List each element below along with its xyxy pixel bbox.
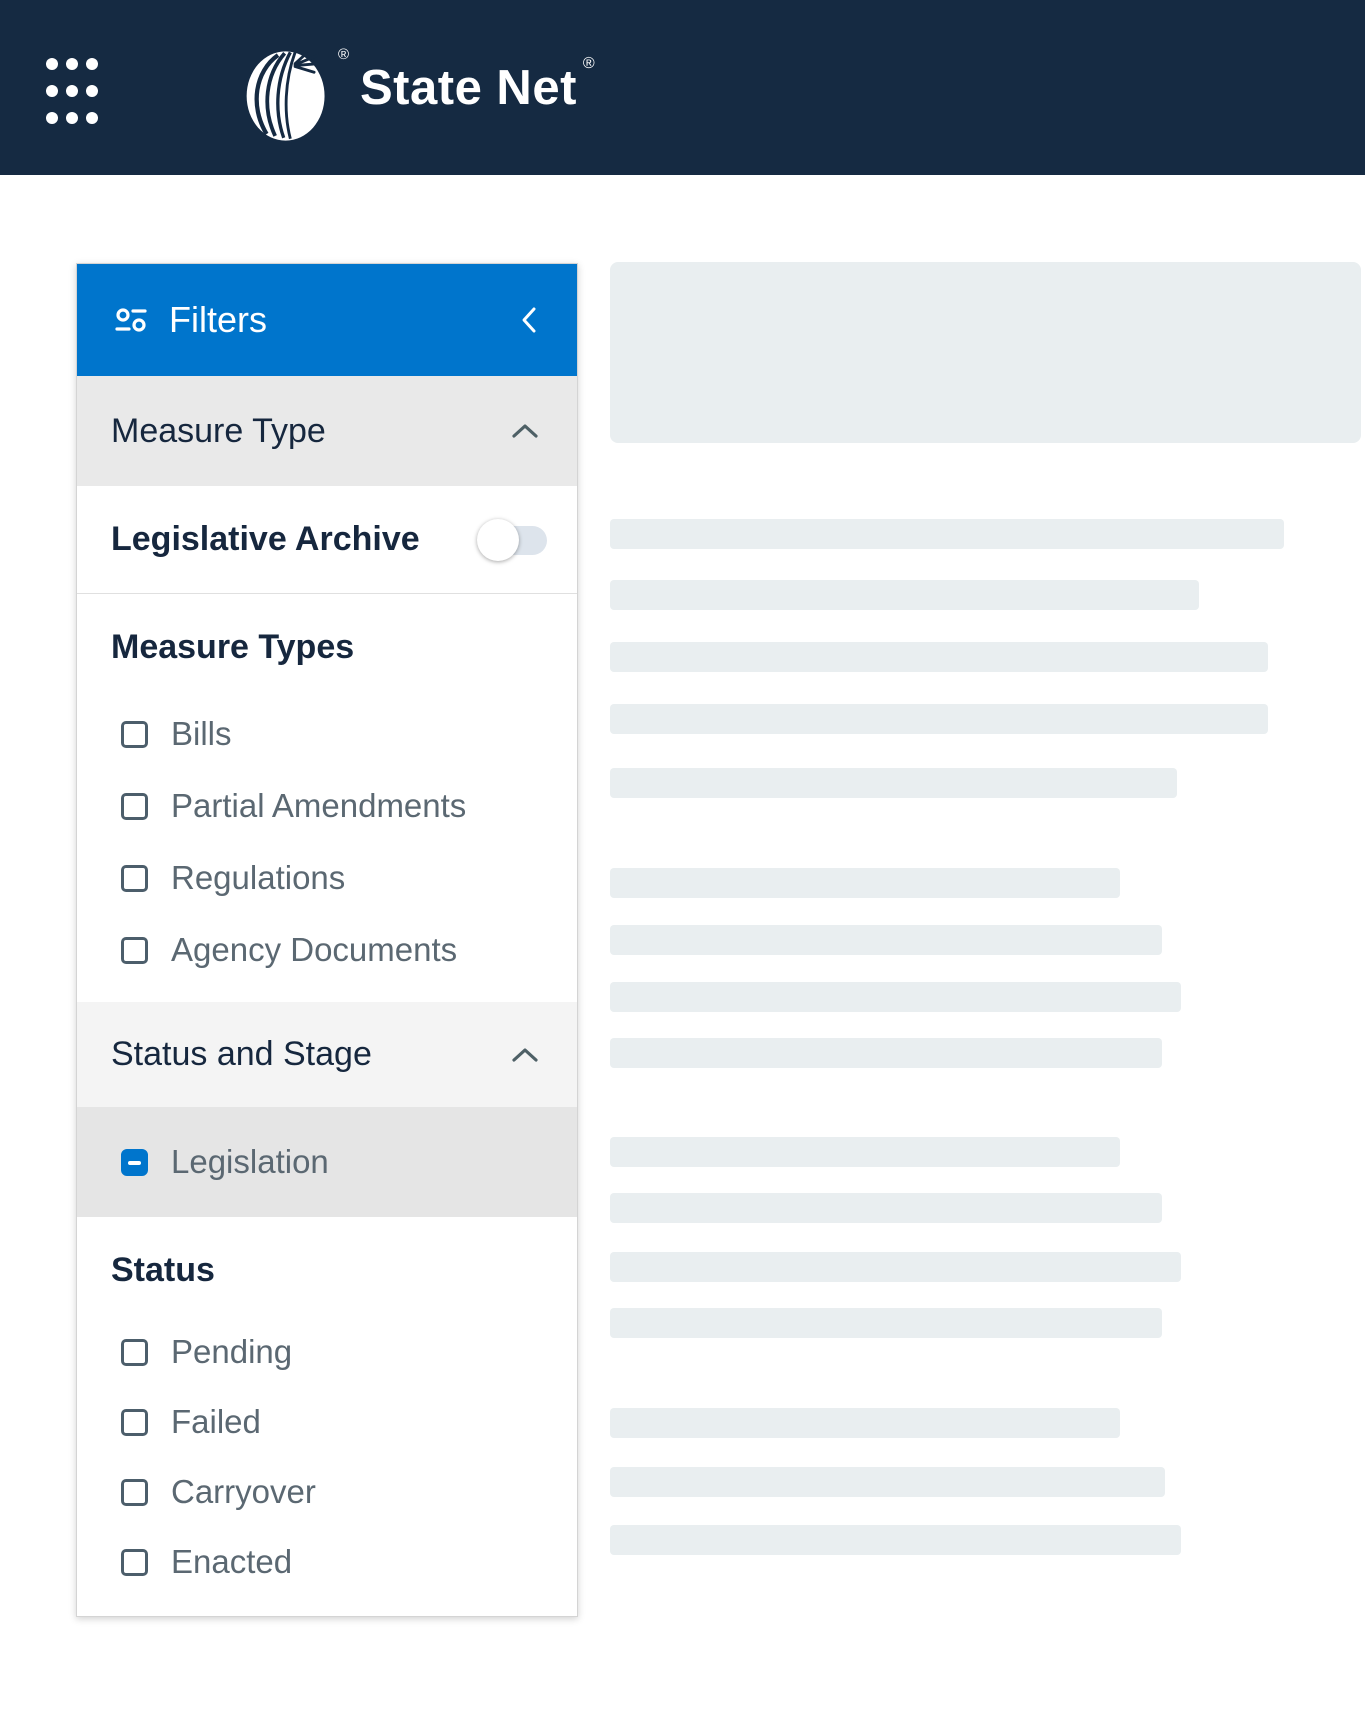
checkbox-icon[interactable] [121,1549,148,1576]
app-launcher-icon[interactable] [46,58,98,124]
checkbox-label: Bills [171,715,232,753]
brand-registered-mark: ® [583,55,595,73]
chevron-up-icon [511,423,539,439]
checkbox-row-pending[interactable]: Pending [111,1317,543,1387]
checkbox-icon[interactable] [121,1409,148,1436]
skeleton-hero-block [610,262,1361,443]
section-header-label: Measure Type [111,412,326,451]
measure-types-heading: Measure Types [111,624,543,670]
filters-panel: Filters Measure Type Legislative Archive… [76,263,578,1617]
brand-name: State Net [360,60,577,116]
chevron-left-icon [521,306,537,334]
checkbox-label: Agency Documents [171,931,457,969]
checkbox-label: Partial Amendments [171,787,466,825]
skeleton-bar [610,1467,1165,1497]
section-header-measure-type[interactable]: Measure Type [77,376,577,486]
checkbox-row-bills[interactable]: Bills [111,698,543,770]
checkbox-row-legislation[interactable]: Legislation [77,1107,577,1217]
skeleton-bar [610,1525,1181,1555]
skeleton-bar [610,1038,1162,1068]
checkbox-icon[interactable] [121,1339,148,1366]
indeterminate-checkbox-icon[interactable] [121,1149,148,1176]
filters-title: Filters [169,299,267,341]
section-header-label: Status and Stage [111,1035,372,1074]
checkbox-label: Pending [171,1333,292,1371]
filter-sliders-icon [113,302,149,338]
chevron-up-icon [511,1047,539,1063]
lexisnexis-globe-icon [240,46,335,146]
skeleton-bar [610,1137,1120,1167]
content-skeleton [610,0,1365,1713]
skeleton-bar [610,519,1284,549]
checkbox-label: Enacted [171,1543,292,1581]
checkbox-icon[interactable] [121,721,148,748]
checkbox-row-failed[interactable]: Failed [111,1387,543,1457]
skeleton-bar [610,925,1162,955]
checkbox-icon[interactable] [121,865,148,892]
checkbox-label: Failed [171,1403,261,1441]
section-header-status-and-stage[interactable]: Status and Stage [77,1002,577,1107]
toggle-knob [477,519,519,561]
status-section: Status Pending Failed Carryover Enacted [77,1217,577,1613]
skeleton-bar [610,1408,1120,1438]
checkbox-label: Regulations [171,859,345,897]
skeleton-bar [610,642,1268,672]
checkbox-icon[interactable] [121,793,148,820]
checkbox-row-enacted[interactable]: Enacted [111,1527,543,1597]
checkbox-row-carryover[interactable]: Carryover [111,1457,543,1527]
filters-header[interactable]: Filters [77,264,577,376]
checkbox-icon[interactable] [121,1479,148,1506]
legislative-archive-toggle[interactable] [479,519,547,561]
checkbox-row-partial-amendments[interactable]: Partial Amendments [111,770,543,842]
brand: State Net ® [360,0,595,175]
checkbox-row-regulations[interactable]: Regulations [111,842,543,914]
legislative-archive-label: Legislative Archive [111,520,420,559]
skeleton-bar [610,868,1120,898]
skeleton-bar [610,1252,1181,1282]
checkbox-label: Legislation [171,1143,329,1181]
checkbox-icon[interactable] [121,937,148,964]
skeleton-bar [610,1308,1162,1338]
skeleton-bar [610,768,1177,798]
skeleton-bar [610,704,1268,734]
logo-registered-mark: ® [338,46,349,63]
skeleton-bar [610,982,1181,1012]
skeleton-bar [610,1193,1162,1223]
collapse-panel-button[interactable] [521,306,537,334]
skeleton-bar [610,580,1199,610]
checkbox-label: Carryover [171,1473,316,1511]
legislative-archive-row: Legislative Archive [77,486,577,594]
status-heading: Status [111,1247,543,1293]
checkbox-row-agency-documents[interactable]: Agency Documents [111,914,543,986]
measure-types-section: Measure Types Bills Partial Amendments R… [77,594,577,1002]
